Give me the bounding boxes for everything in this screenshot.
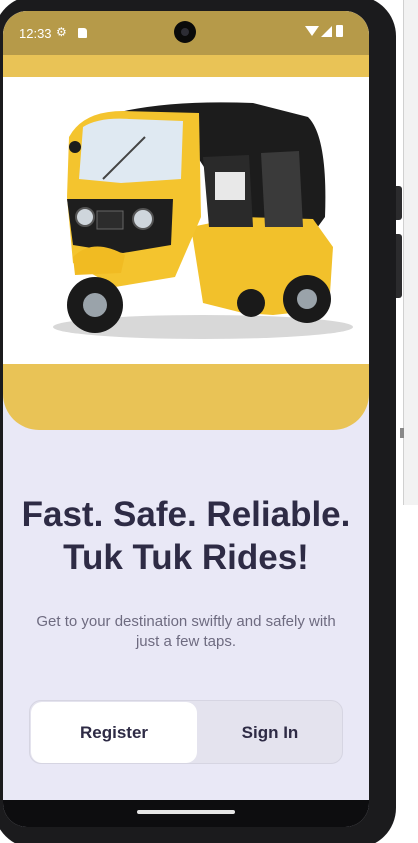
- volume-button: [396, 186, 402, 220]
- tuk-tuk-image: [3, 77, 369, 364]
- app-screen: 12:33 ⚙ Fast. Safe. Reliable. Tuk Tuk Ri…: [3, 11, 369, 800]
- power-button: [396, 234, 402, 298]
- phone-frame: 12:33 ⚙ Fast. Safe. Reliable. Tuk Tuk Ri…: [0, 0, 402, 843]
- gesture-nav-bar: [3, 800, 369, 827]
- cell-signal-icon: [321, 26, 332, 37]
- status-time: 12:33: [19, 26, 52, 41]
- battery-icon: [336, 25, 343, 37]
- register-button[interactable]: Register: [31, 702, 197, 763]
- background-window-marker: [400, 428, 404, 438]
- phone-screen: 12:33 ⚙ Fast. Safe. Reliable. Tuk Tuk Ri…: [3, 11, 369, 827]
- subtitle: Get to your destination swiftly and safe…: [36, 613, 336, 650]
- sign-in-button[interactable]: Sign In: [198, 702, 342, 763]
- sd-card-icon: [78, 28, 87, 38]
- hero-banner: [3, 55, 369, 430]
- desktop-background: [400, 0, 418, 843]
- wifi-icon: [305, 26, 319, 36]
- auth-toggle: Register Sign In: [29, 700, 343, 764]
- home-gesture-handle[interactable]: [137, 810, 235, 814]
- gear-icon: ⚙: [56, 25, 67, 39]
- background-window-edge: [403, 0, 418, 505]
- headline: Fast. Safe. Reliable. Tuk Tuk Rides!: [21, 495, 351, 577]
- front-camera: [174, 21, 196, 43]
- status-bar: 12:33 ⚙: [3, 11, 369, 55]
